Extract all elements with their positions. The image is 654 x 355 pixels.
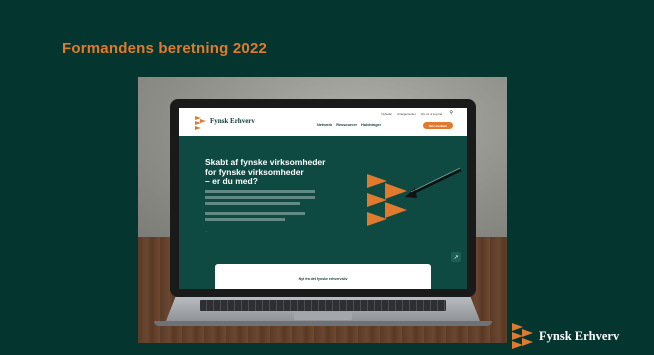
laptop-lip [154, 321, 492, 326]
brand-logo-icon [512, 323, 533, 349]
brand-text: Fynsk Erhverv [539, 329, 620, 343]
brand-footer: Fynsk Erhverv [512, 323, 647, 349]
news-card: Nyt fra det fynske erhvervsliv [215, 264, 431, 289]
website-screen: Fynsk Erhverv Nyheder Arrangementer Om o… [179, 108, 467, 289]
laptop-photo: Fynsk Erhverv Nyheder Arrangementer Om o… [138, 77, 507, 343]
laptop-lid: Fynsk Erhverv Nyheder Arrangementer Om o… [170, 99, 476, 297]
pointer-arrow-icon [405, 167, 462, 198]
arrow-up-right-icon[interactable]: ↗ [451, 252, 461, 262]
news-card-title: Nyt fra det fynske erhvervsliv [298, 277, 348, 281]
laptop-base [154, 297, 492, 327]
laptop-trackpad [294, 312, 352, 320]
laptop-keyboard [200, 300, 446, 311]
slide-title: Formandens beretning 2022 [62, 40, 268, 57]
